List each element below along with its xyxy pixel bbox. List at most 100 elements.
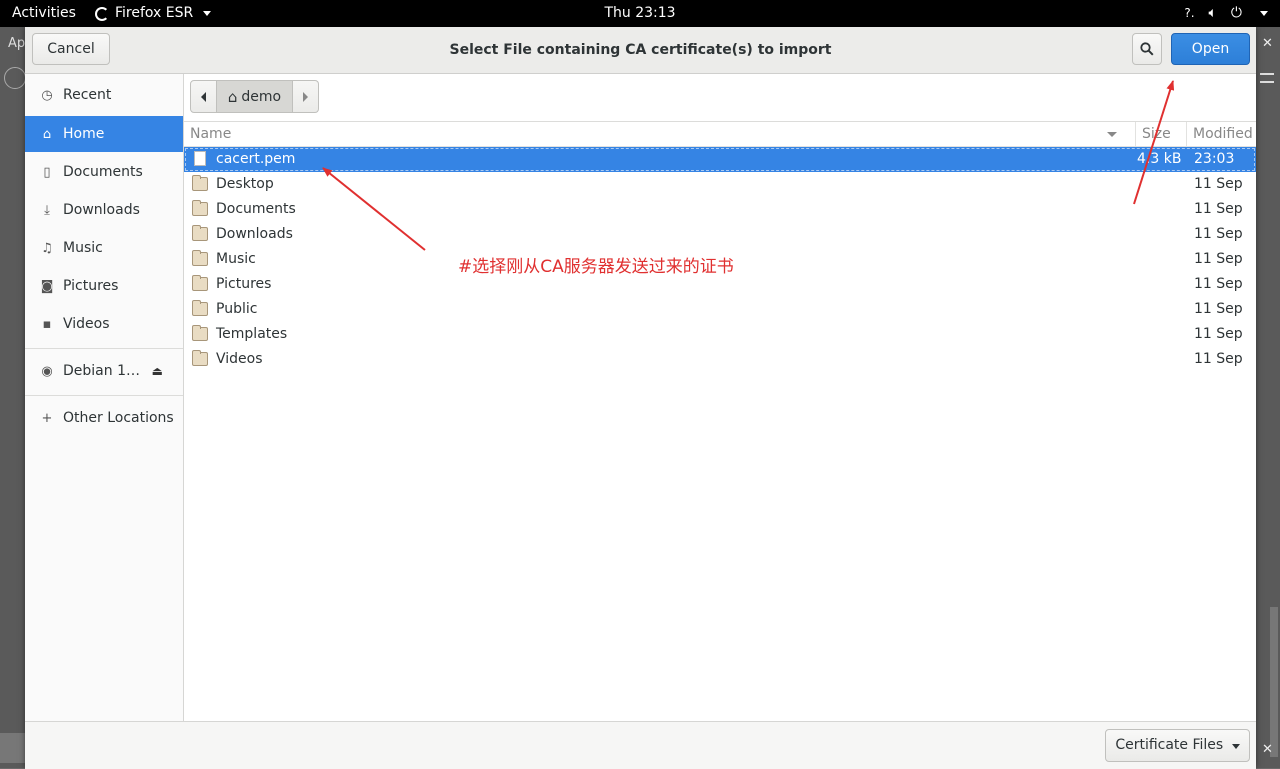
sidebar-item-home[interactable]: ⌂ Home [25,116,183,152]
sidebar-item-other-locations[interactable]: + Other Locations [25,400,183,436]
sidebar-item-music[interactable]: ♫ Music [25,230,183,266]
app-menu[interactable]: Firefox ESR [95,0,212,27]
chevron-down-icon [203,11,212,16]
folder-icon [192,350,208,366]
network-icon: ?. [1184,6,1195,20]
system-tray[interactable]: ?. 🔈︎ ⏻ [1184,0,1268,27]
sidebar-item-label: Documents [63,164,143,180]
sidebar-item-label: Videos [63,316,110,332]
file-modified: 11 Sep [1194,226,1243,242]
file-name: Documents [216,201,296,217]
column-size-label: Size [1142,126,1171,142]
sidebar-item-device[interactable]: ◉ Debian 1… ⏏ [25,353,183,389]
cancel-button[interactable]: Cancel [32,33,110,65]
dialog-title: Select File containing CA certificate(s)… [449,42,832,58]
sidebar-item-label: Downloads [63,202,140,218]
column-header: Name Size Modified [184,122,1256,147]
path-segment-label: demo [241,88,282,105]
sidebar-item-label: Home [63,126,105,142]
file-size: 4.3 kB [1137,151,1182,167]
folder-row-downloads[interactable]: Downloads 11 Sep [184,222,1256,247]
chevron-down-icon [1231,744,1240,749]
file-row-cacert[interactable]: cacert.pem 4.3 kB 23:03 [184,147,1256,172]
path-forward-button[interactable] [293,80,319,113]
sidebar-item-downloads[interactable]: ⤓ Downloads [25,192,183,228]
sort-arrow-icon [1107,132,1117,137]
chevron-right-icon [303,91,308,102]
music-icon: ♫ [41,240,53,256]
disc-icon: ◉ [41,363,53,379]
eject-icon[interactable]: ⏏ [152,364,163,378]
sidebar-item-videos[interactable]: ▪ Videos [25,306,183,342]
dialog-header: Select File containing CA certificate(s)… [25,27,1256,74]
folder-row-desktop[interactable]: Desktop 11 Sep [184,172,1256,197]
chevron-left-icon [201,91,206,102]
sidebar-item-pictures[interactable]: ◙ Pictures [25,268,183,304]
folder-icon [192,225,208,241]
file-modified: 11 Sep [1194,251,1243,267]
home-icon: ⌂ [227,87,238,106]
sidebar-separator [25,348,183,349]
sidebar-separator [25,395,183,396]
background-tab-label: Ap [8,36,26,51]
clock-icon: ◷ [41,87,53,103]
sidebar-item-label: Other Locations [63,410,174,426]
folder-icon [192,275,208,291]
folder-row-videos[interactable]: Videos 11 Sep [184,347,1256,372]
column-name[interactable]: Name [190,122,231,146]
file-name: Templates [216,326,288,342]
activities-button[interactable]: Activities [12,0,76,27]
sidebar-item-label: Recent [63,87,112,103]
search-icon [1140,42,1154,56]
scrollbar-strip [1270,607,1278,757]
file-name: Desktop [216,176,274,192]
folder-row-templates[interactable]: Templates 11 Sep [184,322,1256,347]
file-modified: 11 Sep [1194,201,1243,217]
annotation-text: #选择刚从CA服务器发送过来的证书 [458,257,734,277]
folder-icon [192,300,208,316]
background-window-left: Ap [0,27,26,768]
file-name: Public [216,301,258,317]
file-modified: 11 Sep [1194,301,1243,317]
column-modified-label: Modified [1193,126,1253,142]
close-icon: ✕ [1262,36,1273,51]
file-modified: 23:03 [1194,151,1235,167]
folder-icon [192,325,208,341]
dialog-footer: Certificate Files [25,721,1256,769]
file-modified: 11 Sep [1194,176,1243,192]
folder-icon [192,200,208,216]
background-close-icon: ✕ [1262,742,1273,757]
video-icon: ▪ [42,316,52,332]
download-icon: ⤓ [44,202,50,218]
background-window-right: ✕ ✕ [1256,27,1280,768]
chevron-down-icon [1260,11,1268,16]
sidebar-item-documents[interactable]: ▯ Documents [25,154,183,190]
folder-row-documents[interactable]: Documents 11 Sep [184,197,1256,222]
sidebar-item-label: Music [63,240,103,256]
file-list: Name Size Modified cacert.pem 4.3 kB 23:… [184,121,1256,722]
folder-row-public[interactable]: Public 11 Sep [184,297,1256,322]
file-icon [194,151,206,166]
column-modified[interactable]: Modified [1186,122,1253,146]
column-size[interactable]: Size [1135,122,1171,146]
file-modified: 11 Sep [1194,351,1243,367]
sidebar-item-label: Pictures [63,278,119,294]
file-filter-dropdown[interactable]: Certificate Files [1105,729,1250,762]
top-bar: Activities Firefox ESR Thu 23:13 ?. 🔈︎ ⏻ [0,0,1280,27]
document-icon: ▯ [43,164,51,180]
folder-icon [192,250,208,266]
firefox-icon [95,6,109,21]
open-button[interactable]: Open [1171,33,1250,65]
clock[interactable]: Thu 23:13 [604,5,675,21]
path-segment-demo[interactable]: ⌂ demo [217,80,293,113]
app-name: Firefox ESR [115,5,194,21]
search-button[interactable] [1132,33,1162,65]
file-name: cacert.pem [216,151,296,167]
path-back-button[interactable] [190,80,217,113]
file-name: Pictures [216,276,272,292]
back-arrow-icon [4,67,26,89]
file-modified: 11 Sep [1194,276,1243,292]
file-filter-label: Certificate Files [1115,737,1224,753]
camera-icon: ◙ [40,278,54,294]
sidebar-item-recent[interactable]: ◷ Recent [25,77,183,113]
